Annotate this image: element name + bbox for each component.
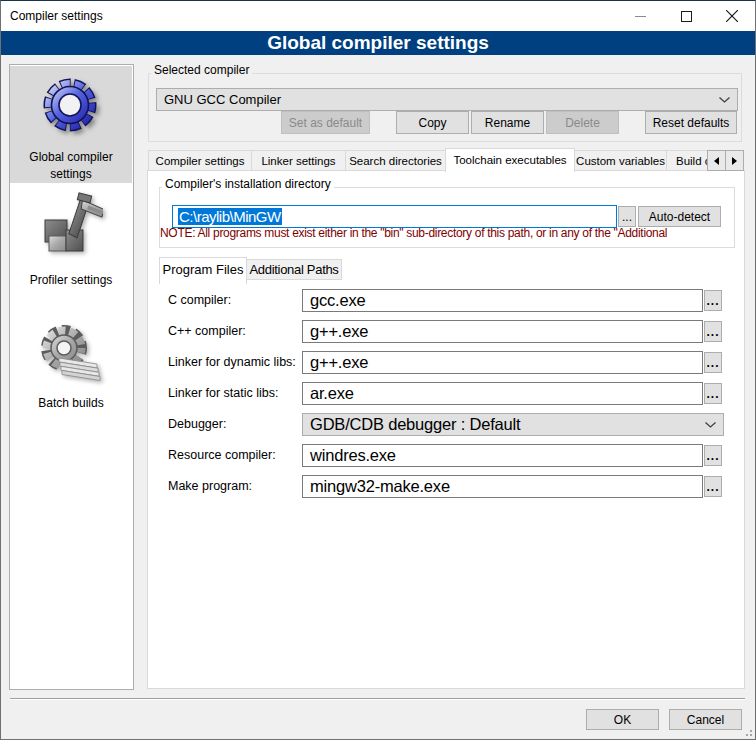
make-program-input[interactable]: mingw32-make.exe [302, 475, 703, 498]
field-label: Linker for static libs: [168, 386, 278, 400]
debugger-select-value: GDB/CDB debugger : Default [310, 414, 520, 435]
make-program-browse-button[interactable]: ... [704, 476, 722, 497]
tab-build-options[interactable]: Build options [666, 150, 708, 171]
tab-linker-settings[interactable]: Linker settings [251, 150, 346, 171]
delete-button[interactable]: Delete [546, 111, 619, 134]
field-label: Linker for dynamic libs: [168, 355, 296, 369]
c-compiler-browse-button[interactable]: ... [704, 290, 722, 311]
tab-compiler-settings[interactable]: Compiler settings [148, 150, 252, 171]
tab-scroll-right-button[interactable] [725, 150, 744, 171]
compiler-select-value: GNU GCC Compiler [164, 89, 281, 110]
chevron-down-icon [705, 422, 716, 428]
footer-divider [10, 698, 745, 700]
compiler-select[interactable]: GNU GCC Compiler [156, 88, 738, 111]
installation-directory-input[interactable]: C:\raylib\MinGW [172, 205, 617, 228]
selected-compiler-legend: Selected compiler [151, 63, 252, 77]
maximize-button[interactable] [663, 1, 709, 31]
field-label: Debugger: [168, 417, 226, 431]
browse-directory-button[interactable]: ... [618, 206, 636, 227]
minimize-icon [635, 11, 646, 22]
window-title: Compiler settings [10, 1, 103, 31]
settings-tabs: Compiler settings Linker settings Search… [148, 148, 708, 171]
installation-directory-legend: Compiler's installation directory [162, 177, 334, 191]
chevron-down-icon [719, 97, 730, 103]
debugger-select[interactable]: GDB/CDB debugger : Default [302, 413, 724, 436]
ok-button[interactable]: OK [586, 709, 659, 730]
installation-directory-value: C:\raylib\MinGW [178, 208, 282, 225]
note-text: NOTE: All programs must exist either in … [160, 226, 667, 240]
cpp-compiler-browse-button[interactable]: ... [704, 321, 722, 342]
field-label: Make program: [168, 479, 252, 493]
dialog-heading: Global compiler settings [1, 31, 755, 55]
sidebar-item-label: Global compiler settings [10, 149, 132, 183]
close-icon [726, 10, 738, 22]
sidebar-item-label[interactable]: Profiler settings [10, 272, 132, 289]
reset-defaults-button[interactable]: Reset defaults [645, 111, 737, 134]
field-label: C compiler: [168, 293, 231, 307]
static-linker-browse-button[interactable]: ... [704, 383, 722, 404]
cpp-compiler-input[interactable]: g++.exe [302, 320, 703, 343]
global-compiler-settings-icon [39, 75, 103, 139]
tab-custom-variables[interactable]: Custom variables [574, 150, 667, 171]
auto-detect-button[interactable]: Auto-detect [638, 206, 721, 227]
copy-button[interactable]: Copy [396, 111, 469, 134]
minimize-button[interactable] [617, 1, 663, 31]
resource-compiler-input[interactable]: windres.exe [302, 444, 703, 467]
batch-builds-icon [39, 322, 103, 386]
rename-button[interactable]: Rename [471, 111, 544, 134]
static-linker-input[interactable]: ar.exe [302, 382, 703, 405]
profiler-settings-icon [39, 192, 103, 256]
subtab-program-files[interactable]: Program Files [159, 257, 247, 284]
arrow-left-icon [710, 157, 719, 165]
dynamic-linker-browse-button[interactable]: ... [704, 352, 722, 373]
maximize-icon [681, 11, 692, 22]
sidebar-item-label[interactable]: Batch builds [10, 395, 132, 412]
c-compiler-input[interactable]: gcc.exe [302, 289, 703, 312]
cancel-button[interactable]: Cancel [669, 709, 742, 730]
set-as-default-button[interactable]: Set as default [281, 111, 370, 134]
close-button[interactable] [709, 1, 755, 31]
tab-scroll-left-button[interactable] [707, 150, 726, 171]
dynamic-linker-input[interactable]: g++.exe [302, 351, 703, 374]
tab-toolchain-executables[interactable]: Toolchain executables [445, 148, 575, 172]
field-label: Resource compiler: [168, 448, 276, 462]
arrow-right-icon [732, 157, 741, 165]
field-label: C++ compiler: [168, 324, 246, 338]
resource-compiler-browse-button[interactable]: ... [704, 445, 722, 466]
resize-grip[interactable] [743, 727, 753, 737]
tab-search-directories[interactable]: Search directories [345, 150, 446, 171]
subtab-additional-paths[interactable]: Additional Paths [246, 259, 342, 280]
